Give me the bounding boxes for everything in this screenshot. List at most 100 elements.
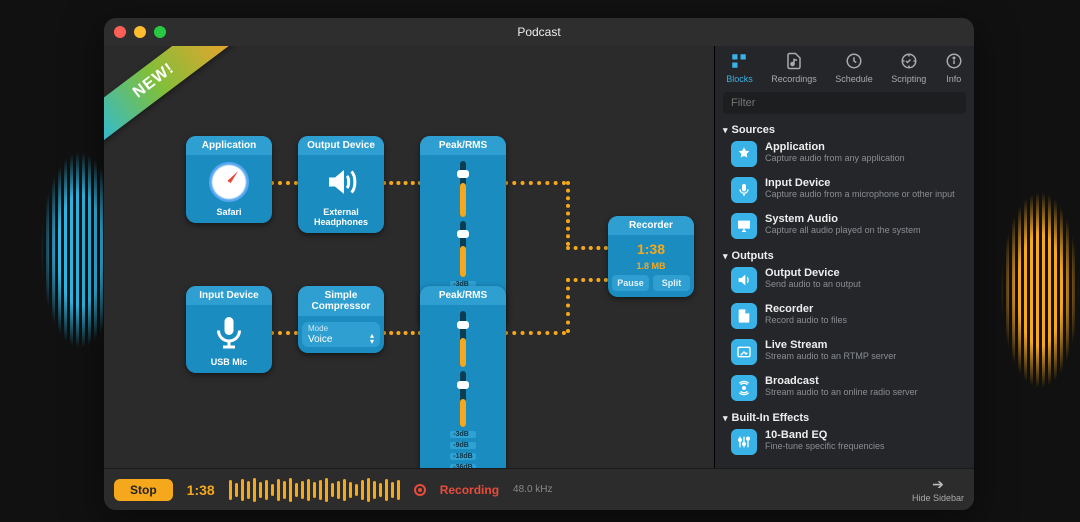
- sidebar-tabs: Blocks Recordings Schedule Scripting Info: [715, 46, 974, 86]
- sidebar-item[interactable]: Broadcast Stream audio to an online radi…: [727, 370, 966, 406]
- item-desc: Capture audio from a microphone or other…: [765, 189, 955, 200]
- eq-icon: [731, 429, 757, 455]
- chevron-down-icon: ▾: [723, 413, 728, 424]
- compressor-mode-select[interactable]: Mode Voice ▴▾: [302, 322, 380, 347]
- recorder-pause-button[interactable]: Pause: [612, 275, 649, 291]
- block-title: Application: [186, 136, 272, 155]
- block-subtitle: USB Mic: [211, 357, 248, 367]
- bottombar-waveform: [229, 476, 400, 504]
- block-application[interactable]: Application Safari: [186, 136, 272, 223]
- window-close-button[interactable]: [114, 26, 126, 38]
- canvas[interactable]: NEW! Application Safari: [104, 46, 714, 468]
- tab-schedule[interactable]: Schedule: [835, 52, 873, 84]
- chevron-down-icon: ▾: [723, 125, 728, 136]
- hide-sidebar-label: Hide Sidebar: [912, 493, 964, 503]
- block-compressor[interactable]: Simple Compressor Mode Voice ▴▾: [298, 286, 384, 353]
- script-icon: [900, 52, 918, 72]
- select-value: Voice: [308, 334, 332, 345]
- section-header[interactable]: ▾ Sources: [723, 124, 966, 136]
- block-subtitle: Safari: [216, 207, 241, 217]
- tab-scripting[interactable]: Scripting: [891, 52, 926, 84]
- item-desc: Capture audio from any application: [765, 153, 905, 164]
- block-subtitle: External Headphones: [302, 207, 380, 227]
- item-desc: Stream audio to an online radio server: [765, 387, 918, 398]
- section-title: Sources: [732, 124, 775, 136]
- section-title: Built-In Effects: [732, 412, 810, 424]
- item-title: Application: [765, 141, 905, 153]
- blocks-icon: [730, 52, 748, 72]
- recording-indicator-icon: [414, 484, 426, 496]
- recorder-split-button[interactable]: Split: [653, 275, 690, 291]
- sidebar-item[interactable]: Input Device Capture audio from a microp…: [727, 172, 966, 208]
- broadcast-icon: [731, 375, 757, 401]
- block-recorder[interactable]: Recorder 1:38 1.8 MB Pause Split: [608, 216, 694, 297]
- new-ribbon: NEW!: [104, 46, 236, 149]
- recorder-size: 1.8 MB: [636, 261, 665, 271]
- select-label: Mode: [308, 324, 374, 333]
- file-icon: [731, 303, 757, 329]
- section-title: Outputs: [732, 250, 774, 262]
- info-icon: [945, 52, 963, 72]
- section-header[interactable]: ▾ Outputs: [723, 250, 966, 262]
- block-meter-2[interactable]: Peak/RMS -3dB-9dB-18dB-36dB: [420, 286, 506, 468]
- item-title: Broadcast: [765, 375, 918, 387]
- decorative-wave-right: [1000, 150, 1080, 430]
- item-title: System Audio: [765, 213, 921, 225]
- mic-icon: [731, 177, 757, 203]
- tab-recordings[interactable]: Recordings: [771, 52, 817, 84]
- item-desc: Send audio to an output: [765, 279, 861, 290]
- meter-bar[interactable]: [460, 311, 466, 367]
- monitor-icon: [731, 213, 757, 239]
- sidebar-item[interactable]: 10-Band EQ Fine-tune specific frequencie…: [727, 424, 966, 460]
- item-desc: Capture all audio played on the system: [765, 225, 921, 236]
- sidebar-item[interactable]: System Audio Capture all audio played on…: [727, 208, 966, 244]
- bottombar: Stop 1:38 Recording 48.0 kHz ➔ Hide Side…: [104, 468, 974, 510]
- connector: [566, 278, 608, 282]
- meter-bar[interactable]: [460, 221, 466, 277]
- hide-sidebar-button[interactable]: ➔ Hide Sidebar: [912, 476, 964, 503]
- item-desc: Fine-tune specific frequencies: [765, 441, 885, 452]
- speaker-icon: [731, 267, 757, 293]
- item-desc: Record audio to files: [765, 315, 847, 326]
- filter-input[interactable]: [723, 92, 966, 114]
- connector: [504, 331, 566, 335]
- sidebar: Blocks Recordings Schedule Scripting Info ▾ S…: [714, 46, 974, 468]
- block-input-device[interactable]: Input Device USB Mic: [186, 286, 272, 373]
- meter-bar[interactable]: [460, 161, 466, 217]
- stream-icon: [731, 339, 757, 365]
- item-title: Live Stream: [765, 339, 896, 351]
- chevron-down-icon: ▾: [723, 251, 728, 262]
- speaker-icon: [320, 161, 362, 203]
- file-audio-icon: [785, 52, 803, 72]
- chevrons-icon: ▴▾: [370, 333, 374, 345]
- window-zoom-button[interactable]: [154, 26, 166, 38]
- block-output-device[interactable]: Output Device External Headphones: [298, 136, 384, 233]
- sidebar-item[interactable]: Application Capture audio from any appli…: [727, 136, 966, 172]
- sample-rate: 48.0 kHz: [513, 484, 552, 495]
- section-header[interactable]: ▾ Built-In Effects: [723, 412, 966, 424]
- connector: [382, 331, 422, 335]
- connector: [566, 246, 608, 250]
- sidebar-item[interactable]: Output Device Send audio to an output: [727, 262, 966, 298]
- safari-icon: [208, 161, 250, 203]
- titlebar: Podcast: [104, 18, 974, 46]
- tab-info[interactable]: Info: [945, 52, 963, 84]
- bottombar-time: 1:38: [187, 482, 215, 498]
- microphone-icon: [208, 311, 250, 353]
- sidebar-toggle-icon: ➔: [912, 476, 964, 493]
- sidebar-item[interactable]: Live Stream Stream audio to an RTMP serv…: [727, 334, 966, 370]
- sidebar-item[interactable]: Recorder Record audio to files: [727, 298, 966, 334]
- connector: [270, 331, 298, 335]
- app-window: Podcast NEW! Application S: [104, 18, 974, 510]
- item-desc: Stream audio to an RTMP server: [765, 351, 896, 362]
- block-title: Peak/RMS: [420, 286, 506, 305]
- window-minimize-button[interactable]: [134, 26, 146, 38]
- meter-scale: -3dB-9dB-18dB-36dB: [450, 431, 475, 468]
- recorder-time: 1:38: [637, 241, 665, 257]
- block-title: Recorder: [608, 216, 694, 235]
- tab-blocks[interactable]: Blocks: [726, 52, 753, 84]
- stop-button[interactable]: Stop: [114, 479, 173, 501]
- tab-label: Recordings: [771, 74, 817, 84]
- meter-bar[interactable]: [460, 371, 466, 427]
- tab-label: Scripting: [891, 74, 926, 84]
